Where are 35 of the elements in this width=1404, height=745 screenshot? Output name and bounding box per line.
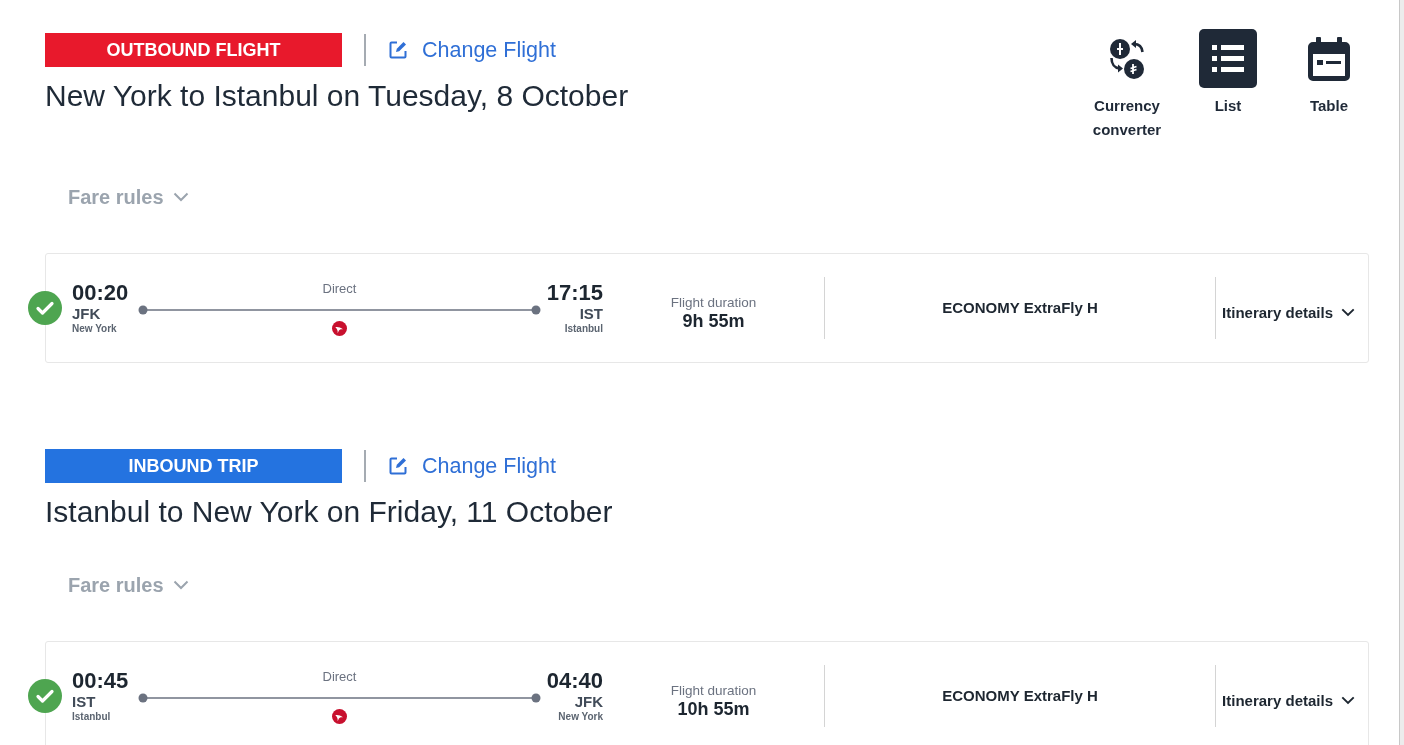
view-option-button[interactable]: Table [1289,29,1369,142]
stops-label: Direct [322,280,357,297]
city-name: New York [557,711,603,723]
bird-logo-icon [332,320,347,336]
change-flight-link[interactable]: Change Flight [388,453,556,479]
airport-code: IST [578,305,603,323]
edit-icon [388,40,408,60]
trip-title: New York to Istanbul on Tuesday, 8 October [45,78,629,114]
view-option-button[interactable]: List [1188,29,1268,142]
city-name: Istanbul [72,711,112,723]
fare-class-label: ECONOMY ExtraFly H [942,686,1098,704]
itinerary-details-toggle[interactable]: Itinerary details [1222,683,1355,709]
city-name: Istanbul [563,323,603,335]
fare-class-label: ECONOMY ExtraFly H [942,298,1098,316]
duration-label: Flight duration [669,683,758,699]
duration-value: 10h 55m [676,699,751,719]
duration-label: Flight duration [669,295,758,311]
airport-code: JFK [573,693,603,711]
arrival-time: 17:15 [545,281,603,305]
airport-code: IST [72,693,97,711]
trip-direction-badge: OUTBOUND FLIGHT [45,33,342,67]
stops-label: Direct [322,668,357,685]
arrival-time: 04:40 [545,669,603,693]
trip-title: Istanbul to New York on Friday, 11 October [45,494,613,530]
duration-value: 9h 55m [681,311,746,331]
change-flight-link[interactable]: Change Flight [388,37,556,63]
departure-time: 00:20 [72,281,130,305]
city-name: New York [72,323,118,335]
bird-logo-icon [332,708,347,724]
airport-code: JFK [72,305,102,323]
departure-time: 00:45 [72,669,130,693]
edit-icon [388,456,408,476]
view-option-button[interactable]: Currency converter [1087,29,1167,142]
trip-direction-badge: INBOUND TRIP [45,449,342,483]
itinerary-details-toggle[interactable]: Itinerary details [1222,295,1355,321]
